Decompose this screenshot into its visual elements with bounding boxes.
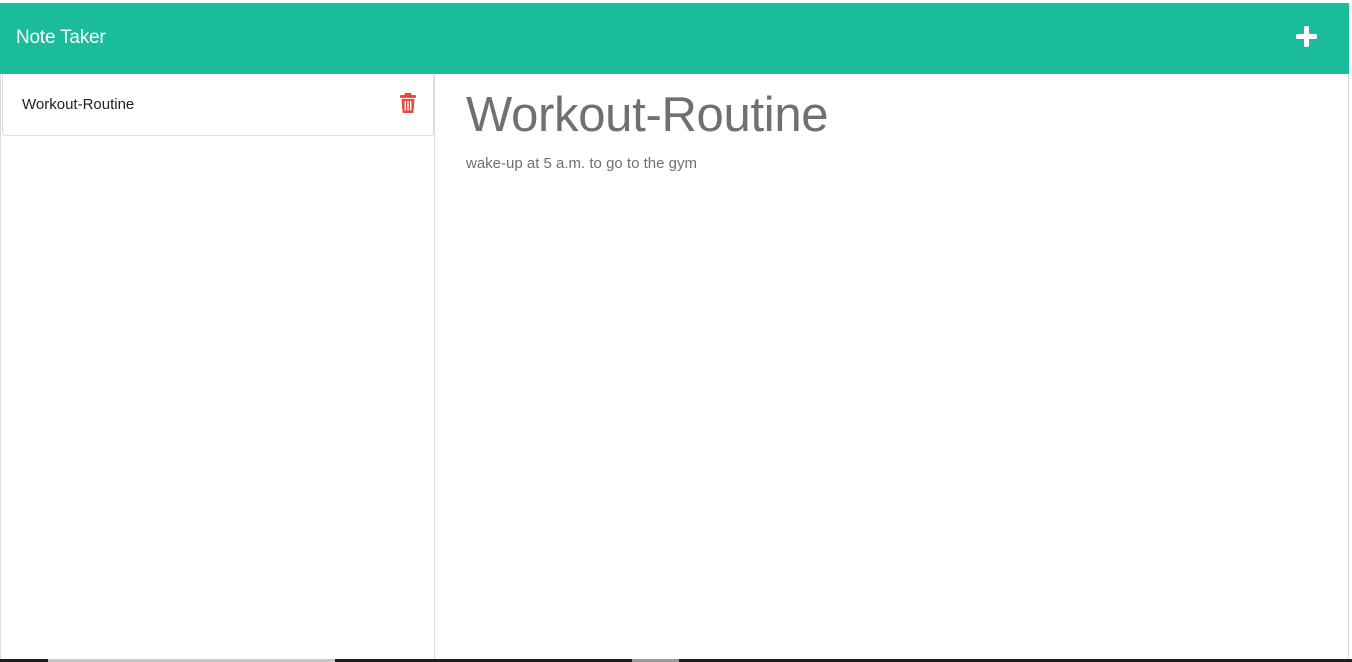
navbar: Note Taker bbox=[0, 3, 1349, 74]
note-taker-app: Note Taker Workout-Routine Workout-Routi… bbox=[0, 3, 1349, 659]
note-editor: Workout-Routine wake-up at 5 a.m. to go … bbox=[435, 74, 1348, 659]
new-note-button[interactable] bbox=[1293, 23, 1321, 51]
plus-icon bbox=[1296, 26, 1317, 47]
trash-icon bbox=[400, 93, 416, 113]
brand-link[interactable]: Note Taker bbox=[16, 25, 106, 51]
delete-note-button[interactable] bbox=[399, 92, 417, 114]
note-list-item[interactable]: Workout-Routine bbox=[2, 74, 434, 136]
note-text-field[interactable]: wake-up at 5 a.m. to go to the gym bbox=[466, 154, 1326, 174]
note-list-item-title: Workout-Routine bbox=[22, 96, 135, 113]
note-title-field[interactable]: Workout-Routine bbox=[466, 85, 1326, 145]
note-list: Workout-Routine bbox=[0, 74, 435, 659]
